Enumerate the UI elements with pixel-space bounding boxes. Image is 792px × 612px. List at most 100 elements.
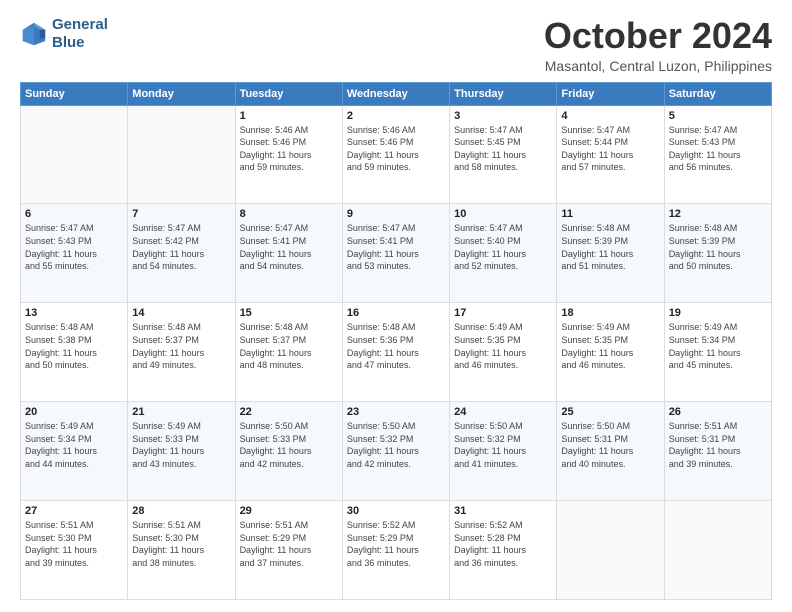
day-number: 12	[669, 208, 767, 220]
cell-info: Sunrise: 5:47 AM Sunset: 5:43 PM Dayligh…	[669, 124, 767, 174]
day-number: 8	[240, 208, 338, 220]
cell-info: Sunrise: 5:48 AM Sunset: 5:39 PM Dayligh…	[561, 222, 659, 272]
calendar-cell: 29 Sunrise: 5:51 AM Sunset: 5:29 PM Dayli…	[235, 501, 342, 600]
calendar-header-sunday: Sunday	[21, 82, 128, 105]
calendar-cell: 16 Sunrise: 5:48 AM Sunset: 5:36 PM Dayli…	[342, 303, 449, 402]
calendar-cell: 20Sunrise: 5:49 AM Sunset: 5:34 PM Dayli…	[21, 402, 128, 501]
calendar-cell: 28Sunrise: 5:51 AM Sunset: 5:30 PM Dayli…	[128, 501, 235, 600]
logo: General Blue	[20, 16, 108, 52]
calendar-cell: 6 Sunrise: 5:47 AM Sunset: 5:43 PM Daylig…	[21, 204, 128, 303]
location: Masantol, Central Luzon, Philippines	[544, 58, 772, 74]
calendar-cell: 12 Sunrise: 5:48 AM Sunset: 5:39 PM Dayli…	[664, 204, 771, 303]
day-number: 11	[561, 208, 659, 220]
day-number: 16	[347, 307, 445, 319]
cell-info: Sunrise: 5:49 AM Sunset: 5:34 PM Dayligh…	[669, 321, 767, 371]
day-number: 13	[25, 307, 123, 319]
cell-info: Sunrise: 5:52 AM Sunset: 5:29 PM Dayligh…	[347, 519, 445, 569]
cell-info: Sunrise: 5:51 AM Sunset: 5:30 PM Dayligh…	[25, 519, 123, 569]
calendar-cell: 7 Sunrise: 5:47 AM Sunset: 5:42 PM Daylig…	[128, 204, 235, 303]
day-number: 28	[132, 505, 230, 517]
day-number: 10	[454, 208, 552, 220]
calendar-header-row: SundayMondayTuesdayWednesdayThursdayFrid…	[21, 82, 772, 105]
day-number: 6	[25, 208, 123, 220]
calendar-week-row: 1Sunrise: 5:46 AM Sunset: 5:46 PM Daylig…	[21, 105, 772, 204]
cell-info: Sunrise: 5:47 AM Sunset: 5:44 PM Dayligh…	[561, 124, 659, 174]
day-number: 9	[347, 208, 445, 220]
day-number: 30	[347, 505, 445, 517]
cell-info: Sunrise: 5:50 AM Sunset: 5:32 PM Dayligh…	[454, 420, 552, 470]
logo-text: General Blue	[52, 16, 108, 52]
cell-info: Sunrise: 5:46 AM Sunset: 5:46 PM Dayligh…	[240, 124, 338, 174]
calendar-cell: 10 Sunrise: 5:47 AM Sunset: 5:40 PM Dayli…	[450, 204, 557, 303]
day-number: 21	[132, 406, 230, 418]
day-number: 27	[25, 505, 123, 517]
cell-info: Sunrise: 5:48 AM Sunset: 5:37 PM Dayligh…	[132, 321, 230, 371]
calendar-cell: 25 Sunrise: 5:50 AM Sunset: 5:31 PM Dayli…	[557, 402, 664, 501]
day-number: 3	[454, 110, 552, 122]
day-number: 24	[454, 406, 552, 418]
calendar-header-friday: Friday	[557, 82, 664, 105]
calendar-cell: 21 Sunrise: 5:49 AM Sunset: 5:33 PM Dayli…	[128, 402, 235, 501]
calendar-cell: 23 Sunrise: 5:50 AM Sunset: 5:32 PM Dayli…	[342, 402, 449, 501]
cell-info: Sunrise: 5:51 AM Sunset: 5:29 PM Dayligh…	[240, 519, 338, 569]
cell-info: Sunrise: 5:48 AM Sunset: 5:36 PM Dayligh…	[347, 321, 445, 371]
day-number: 29	[240, 505, 338, 517]
cell-info: Sunrise: 5:47 AM Sunset: 5:43 PM Dayligh…	[25, 222, 123, 272]
cell-info: Sunrise: 5:46 AM Sunset: 5:46 PM Dayligh…	[347, 124, 445, 174]
cell-info: Sunrise: 5:48 AM Sunset: 5:39 PM Dayligh…	[669, 222, 767, 272]
day-number: 2	[347, 110, 445, 122]
cell-info: Sunrise: 5:50 AM Sunset: 5:32 PM Dayligh…	[347, 420, 445, 470]
day-number: 5	[669, 110, 767, 122]
day-number: 25	[561, 406, 659, 418]
day-number: 23	[347, 406, 445, 418]
calendar-cell: 31 Sunrise: 5:52 AM Sunset: 5:28 PM Dayli…	[450, 501, 557, 600]
header: General Blue October 2024 Masantol, Cent…	[20, 16, 772, 74]
calendar-header-tuesday: Tuesday	[235, 82, 342, 105]
day-number: 14	[132, 307, 230, 319]
calendar-cell: 19 Sunrise: 5:49 AM Sunset: 5:34 PM Dayli…	[664, 303, 771, 402]
calendar-table: SundayMondayTuesdayWednesdayThursdayFrid…	[20, 82, 772, 600]
calendar-cell: 27 Sunrise: 5:51 AM Sunset: 5:30 PM Dayli…	[21, 501, 128, 600]
day-number: 26	[669, 406, 767, 418]
calendar-cell: 8Sunrise: 5:47 AM Sunset: 5:41 PM Daylig…	[235, 204, 342, 303]
cell-info: Sunrise: 5:49 AM Sunset: 5:33 PM Dayligh…	[132, 420, 230, 470]
title-block: October 2024 Masantol, Central Luzon, Ph…	[544, 16, 772, 74]
cell-info: Sunrise: 5:49 AM Sunset: 5:35 PM Dayligh…	[561, 321, 659, 371]
calendar-header-saturday: Saturday	[664, 82, 771, 105]
calendar-cell: 22 Sunrise: 5:50 AM Sunset: 5:33 PM Dayli…	[235, 402, 342, 501]
day-number: 15	[240, 307, 338, 319]
cell-info: Sunrise: 5:47 AM Sunset: 5:41 PM Dayligh…	[347, 222, 445, 272]
calendar-week-row: 20Sunrise: 5:49 AM Sunset: 5:34 PM Dayli…	[21, 402, 772, 501]
calendar-cell: 3 Sunrise: 5:47 AM Sunset: 5:45 PM Daylig…	[450, 105, 557, 204]
month-title: October 2024	[544, 16, 772, 56]
cell-info: Sunrise: 5:51 AM Sunset: 5:31 PM Dayligh…	[669, 420, 767, 470]
cell-info: Sunrise: 5:50 AM Sunset: 5:31 PM Dayligh…	[561, 420, 659, 470]
calendar-week-row: 13Sunrise: 5:48 AM Sunset: 5:38 PM Dayli…	[21, 303, 772, 402]
cell-info: Sunrise: 5:49 AM Sunset: 5:35 PM Dayligh…	[454, 321, 552, 371]
day-number: 4	[561, 110, 659, 122]
day-number: 7	[132, 208, 230, 220]
calendar-header-monday: Monday	[128, 82, 235, 105]
cell-info: Sunrise: 5:47 AM Sunset: 5:40 PM Dayligh…	[454, 222, 552, 272]
calendar-cell: 14 Sunrise: 5:48 AM Sunset: 5:37 PM Dayli…	[128, 303, 235, 402]
day-number: 18	[561, 307, 659, 319]
calendar-header-wednesday: Wednesday	[342, 82, 449, 105]
day-number: 17	[454, 307, 552, 319]
cell-info: Sunrise: 5:47 AM Sunset: 5:45 PM Dayligh…	[454, 124, 552, 174]
day-number: 31	[454, 505, 552, 517]
logo-icon	[20, 20, 48, 48]
calendar-cell: 24 Sunrise: 5:50 AM Sunset: 5:32 PM Dayli…	[450, 402, 557, 501]
calendar-week-row: 6 Sunrise: 5:47 AM Sunset: 5:43 PM Daylig…	[21, 204, 772, 303]
calendar-cell: 17 Sunrise: 5:49 AM Sunset: 5:35 PM Dayli…	[450, 303, 557, 402]
day-number: 22	[240, 406, 338, 418]
day-number: 20	[25, 406, 123, 418]
calendar-cell: 1Sunrise: 5:46 AM Sunset: 5:46 PM Daylig…	[235, 105, 342, 204]
calendar-cell	[557, 501, 664, 600]
calendar-week-row: 27 Sunrise: 5:51 AM Sunset: 5:30 PM Dayli…	[21, 501, 772, 600]
day-number: 19	[669, 307, 767, 319]
calendar-cell: 5 Sunrise: 5:47 AM Sunset: 5:43 PM Daylig…	[664, 105, 771, 204]
cell-info: Sunrise: 5:48 AM Sunset: 5:37 PM Dayligh…	[240, 321, 338, 371]
cell-info: Sunrise: 5:50 AM Sunset: 5:33 PM Dayligh…	[240, 420, 338, 470]
cell-info: Sunrise: 5:52 AM Sunset: 5:28 PM Dayligh…	[454, 519, 552, 569]
cell-info: Sunrise: 5:47 AM Sunset: 5:42 PM Dayligh…	[132, 222, 230, 272]
